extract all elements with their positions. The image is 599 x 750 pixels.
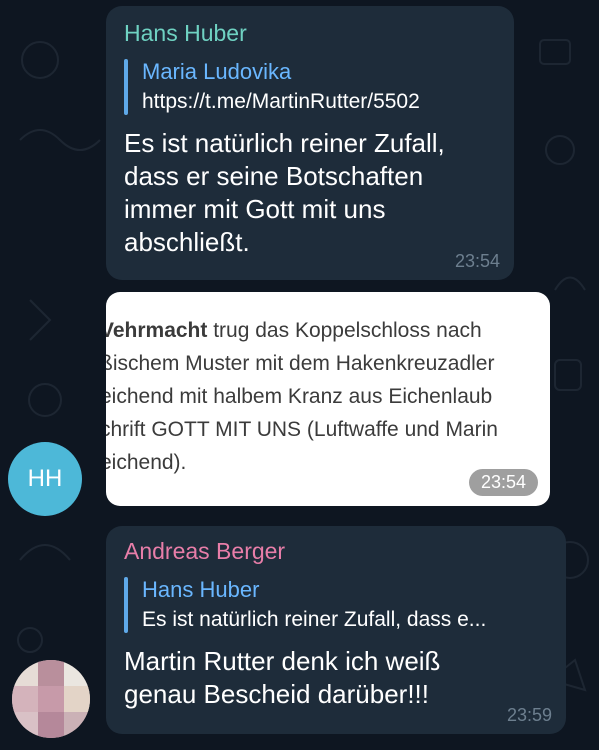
reply-text: Es ist natürlich reiner Zufall, dass e..… [142,608,487,631]
reply-preview[interactable]: Hans Huber Es ist natürlich reiner Zufal… [124,575,548,635]
message-time: 23:54 [454,251,500,271]
image-line: eichend mit halbem Kranz aus Eichenlaub [106,385,493,408]
image-message[interactable]: Vehrmacht trug das Koppelschloss nach ßi… [106,292,550,506]
message-line: dass er seine Botschaften [124,161,424,191]
message-line: genau Bescheid darüber!!! [124,679,429,709]
avatar[interactable]: HH [8,442,82,516]
message-line: Es ist natürlich reiner Zufall, [124,128,445,158]
image-line: ßischem Muster mit dem Hakenkreuzadler [106,352,495,375]
avatar-initials: HH [27,465,63,492]
message-text: Es ist natürlich reiner Zufall, dass er … [124,127,496,259]
message-line: immer mit Gott mit uns [124,194,386,224]
reply-text: https://t.me/MartinRutter/5502 [142,90,420,113]
image-line: trug das Koppelschloss nach [207,319,482,342]
image-time-badge: 23:54 [468,469,538,496]
message-line: abschließt. [124,227,250,257]
image-bold-word: Vehrmacht [106,319,208,342]
sender-name[interactable]: Hans Huber [124,20,496,47]
image-line: chrift GOTT MIT UNS (Luftwaffe und Marin [106,418,498,441]
message-text: Martin Rutter denk ich weiß genau Besche… [124,645,548,711]
message-bubble[interactable]: Andreas Berger Hans Huber Es ist natürli… [106,526,566,734]
reply-author: Maria Ludovika [142,59,292,84]
reply-author: Hans Huber [142,577,260,602]
message-time: 23:59 [506,705,552,725]
image-text-content: Vehrmacht trug das Koppelschloss nach ßi… [106,314,550,479]
message-line: Martin Rutter denk ich weiß [124,646,441,676]
sender-name[interactable]: Andreas Berger [124,538,548,565]
pixelated-avatar-image [12,660,90,738]
reply-preview[interactable]: Maria Ludovika https://t.me/MartinRutter… [124,57,496,117]
avatar[interactable] [12,660,90,738]
message-bubble[interactable]: Hans Huber Maria Ludovika https://t.me/M… [106,6,514,280]
